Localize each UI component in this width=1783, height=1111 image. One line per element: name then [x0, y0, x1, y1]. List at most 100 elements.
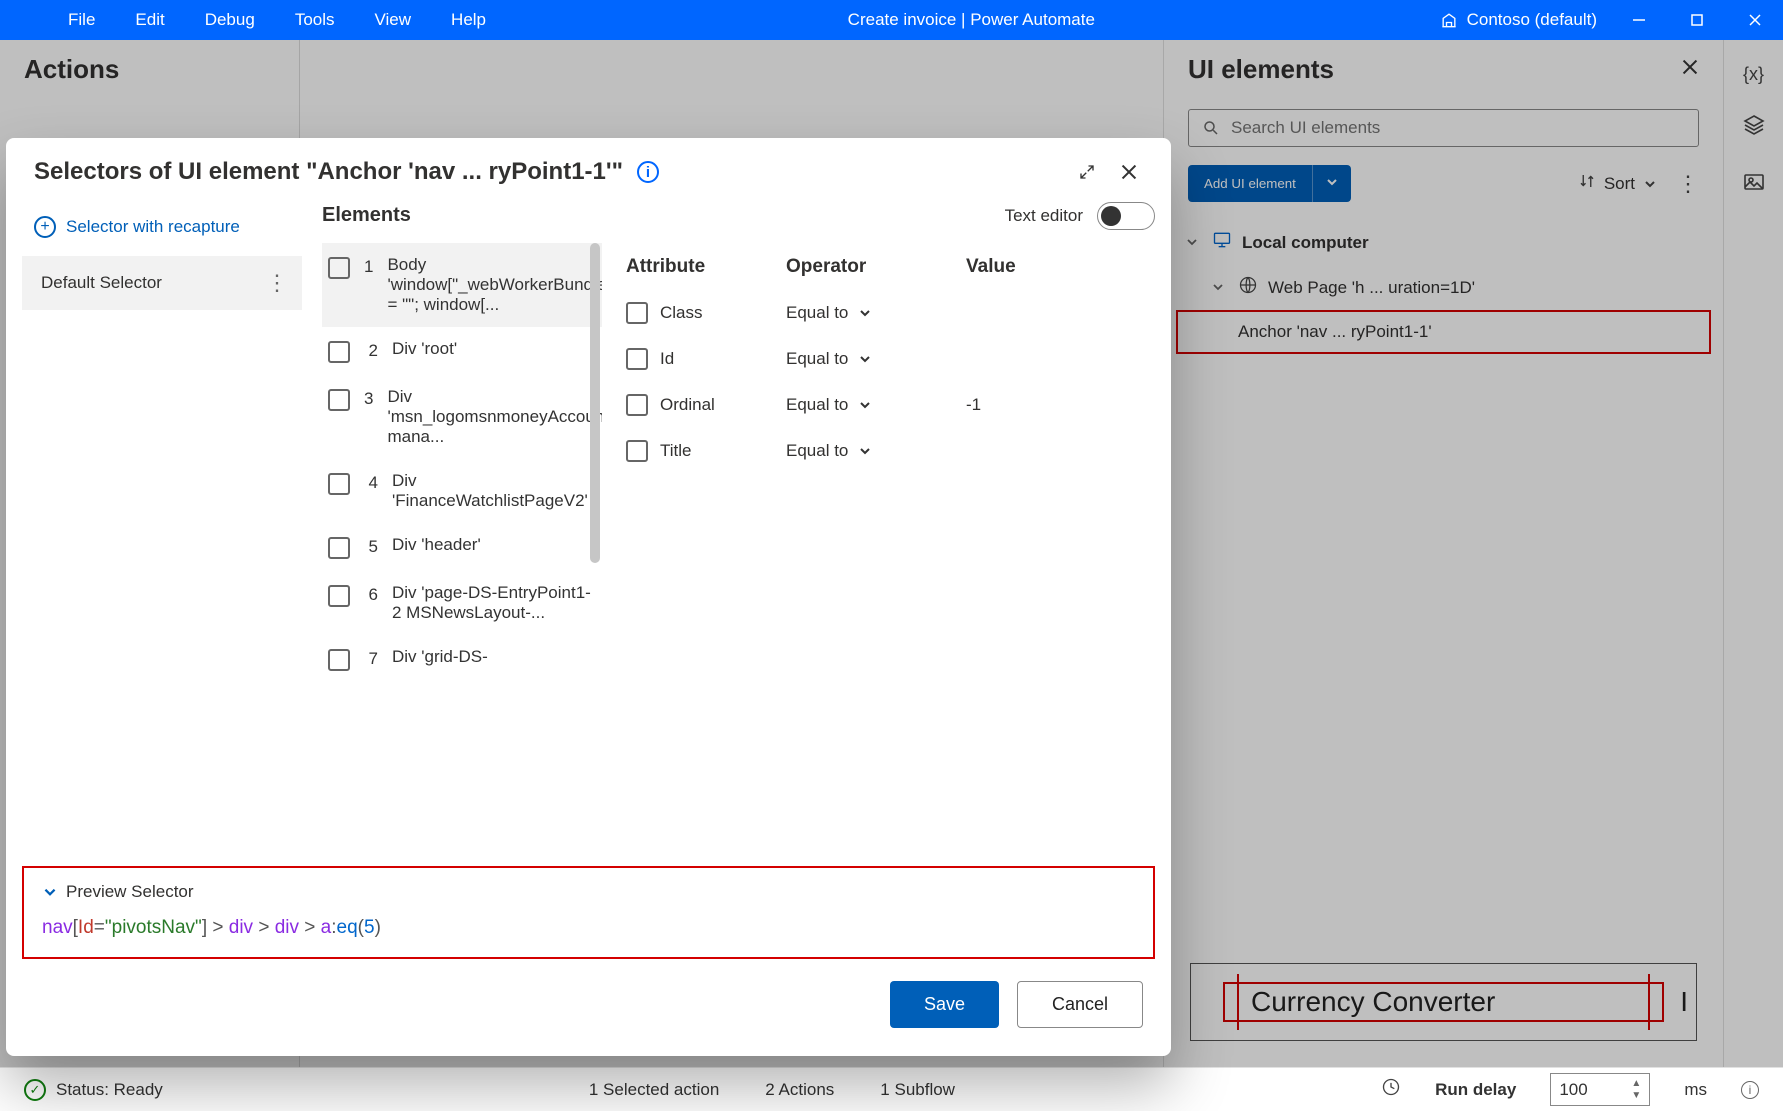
element-row[interactable]: 2 Div 'root'	[322, 327, 602, 375]
scrollbar[interactable]	[590, 243, 600, 563]
cancel-button[interactable]: Cancel	[1017, 981, 1143, 1028]
attr-header-attribute: Attribute	[626, 256, 786, 278]
preview-selector-label: Preview Selector	[66, 882, 194, 902]
close-window-button[interactable]	[1727, 0, 1783, 40]
preview-selector-section: Preview Selector nav[Id="pivotsNav"] > d…	[22, 866, 1155, 959]
attr-row-class: Class Equal to	[622, 290, 1155, 336]
element-label: Div 'page-DS-EntryPoint1-2 MSNewsLayout-…	[392, 583, 596, 623]
element-label: Div 'root'	[392, 339, 596, 359]
info-icon[interactable]: i	[1741, 1081, 1759, 1099]
recapture-label: Selector with recapture	[66, 217, 240, 237]
tok: div	[275, 917, 299, 938]
element-row[interactable]: 7Div 'grid-DS-	[322, 635, 602, 683]
plus-circle-icon: +	[34, 216, 56, 238]
attr-checkbox[interactable]	[626, 348, 648, 370]
stepper-down[interactable]: ▼	[1631, 1090, 1641, 1101]
element-row[interactable]: 5 Div 'header'	[322, 523, 602, 571]
preview-selector-code: nav[Id="pivotsNav"] > div > div > a:eq(5…	[42, 916, 1135, 939]
attr-operator[interactable]: Equal to	[786, 395, 966, 415]
menu-debug[interactable]: Debug	[187, 2, 273, 38]
attr-row-id: Id Equal to	[622, 336, 1155, 382]
status-ok-icon: ✓	[24, 1079, 46, 1101]
attr-checkbox[interactable]	[626, 394, 648, 416]
attr-checkbox[interactable]	[626, 302, 648, 324]
maximize-button[interactable]	[1669, 0, 1725, 40]
main-menu: File Edit Debug Tools View Help	[0, 2, 504, 38]
attr-operator[interactable]: Equal to	[786, 303, 966, 323]
attr-operator-label: Equal to	[786, 349, 848, 369]
attr-value[interactable]: -1	[966, 395, 1151, 415]
org-switcher[interactable]: Contoso (default)	[1439, 10, 1611, 30]
element-index: 6	[364, 585, 378, 605]
elements-panel: Elements 1 Body 'window["_webWorkerBundle…	[322, 202, 602, 850]
text-editor-toggle[interactable]	[1097, 202, 1155, 230]
tok: Id	[78, 917, 94, 938]
clock-icon	[1381, 1077, 1401, 1102]
close-modal-button[interactable]	[1115, 158, 1143, 186]
element-checkbox[interactable]	[328, 341, 350, 363]
more-icon[interactable]: ⋮	[266, 270, 286, 296]
menu-view[interactable]: View	[357, 2, 430, 38]
save-button[interactable]: Save	[890, 981, 999, 1028]
element-checkbox[interactable]	[328, 585, 350, 607]
attr-row-ordinal: Ordinal Equal to -1	[622, 382, 1155, 428]
preview-selector-toggle[interactable]: Preview Selector	[42, 882, 1135, 916]
element-label: Div 'msn_logomsnmoneyAccount mana...	[387, 387, 602, 447]
run-delay-input[interactable]: 100 ▲▼	[1550, 1073, 1650, 1106]
default-selector-item[interactable]: Default Selector ⋮	[22, 256, 302, 310]
element-index: 2	[364, 341, 378, 361]
window-controls	[1611, 0, 1783, 40]
attr-header-operator: Operator	[786, 256, 966, 278]
attr-operator-label: Equal to	[786, 303, 848, 323]
status-ready: Status: Ready	[56, 1080, 163, 1100]
attr-name: Title	[660, 441, 692, 461]
element-row[interactable]: 6 Div 'page-DS-EntryPoint1-2 MSNewsLayout…	[322, 571, 602, 635]
element-checkbox[interactable]	[328, 257, 350, 279]
element-row[interactable]: 1 Body 'window["_webWorkerBundle"] = ""; …	[322, 243, 602, 327]
stepper-up[interactable]: ▲	[1631, 1078, 1641, 1089]
org-icon	[1439, 10, 1459, 30]
title-bar: File Edit Debug Tools View Help Create i…	[0, 0, 1783, 40]
attributes-panel: Text editor Attribute Operator Value Cla…	[622, 202, 1155, 850]
menu-file[interactable]: File	[50, 2, 113, 38]
element-checkbox[interactable]	[328, 473, 350, 495]
element-label: Div 'header'	[392, 535, 596, 555]
element-label: Div 'FinanceWatchlistPageV2'	[392, 471, 596, 511]
menu-help[interactable]: Help	[433, 2, 504, 38]
element-row[interactable]: 3 Div 'msn_logomsnmoneyAccount mana...	[322, 375, 602, 459]
attr-checkbox[interactable]	[626, 440, 648, 462]
element-checkbox[interactable]	[328, 649, 350, 671]
attr-operator[interactable]: Equal to	[786, 349, 966, 369]
menu-edit[interactable]: Edit	[117, 2, 182, 38]
window-title: Create invoice | Power Automate	[504, 10, 1439, 30]
menu-tools[interactable]: Tools	[277, 2, 353, 38]
attr-operator-label: Equal to	[786, 441, 848, 461]
element-index: 3	[364, 389, 373, 409]
elements-title: Elements	[322, 202, 602, 243]
run-delay-value: 100	[1559, 1080, 1587, 1100]
element-label: Body 'window["_webWorkerBundle"] = ""; w…	[387, 255, 602, 315]
run-delay-label: Run delay	[1435, 1080, 1516, 1100]
status-subflow-count: 1 Subflow	[880, 1080, 955, 1100]
element-index: 5	[364, 537, 378, 557]
attr-name: Class	[660, 303, 703, 323]
tok: 5	[364, 917, 375, 938]
attr-header-value: Value	[966, 256, 1151, 278]
tok: nav	[42, 917, 73, 938]
info-icon[interactable]: i	[637, 161, 659, 183]
element-index: 1	[364, 257, 373, 277]
element-checkbox[interactable]	[328, 537, 350, 559]
minimize-button[interactable]	[1611, 0, 1667, 40]
text-editor-label: Text editor	[1005, 206, 1083, 226]
selector-list: + Selector with recapture Default Select…	[22, 202, 302, 850]
element-index: 4	[364, 473, 378, 493]
element-row[interactable]: 4 Div 'FinanceWatchlistPageV2'	[322, 459, 602, 523]
selector-with-recapture[interactable]: + Selector with recapture	[22, 202, 302, 256]
expand-icon[interactable]	[1073, 158, 1101, 186]
element-index: 7	[364, 649, 378, 669]
status-bar: ✓ Status: Ready 1 Selected action 2 Acti…	[0, 1067, 1783, 1111]
attr-operator[interactable]: Equal to	[786, 441, 966, 461]
org-name: Contoso (default)	[1467, 10, 1597, 30]
element-checkbox[interactable]	[328, 389, 350, 411]
status-actions-count: 2 Actions	[765, 1080, 834, 1100]
